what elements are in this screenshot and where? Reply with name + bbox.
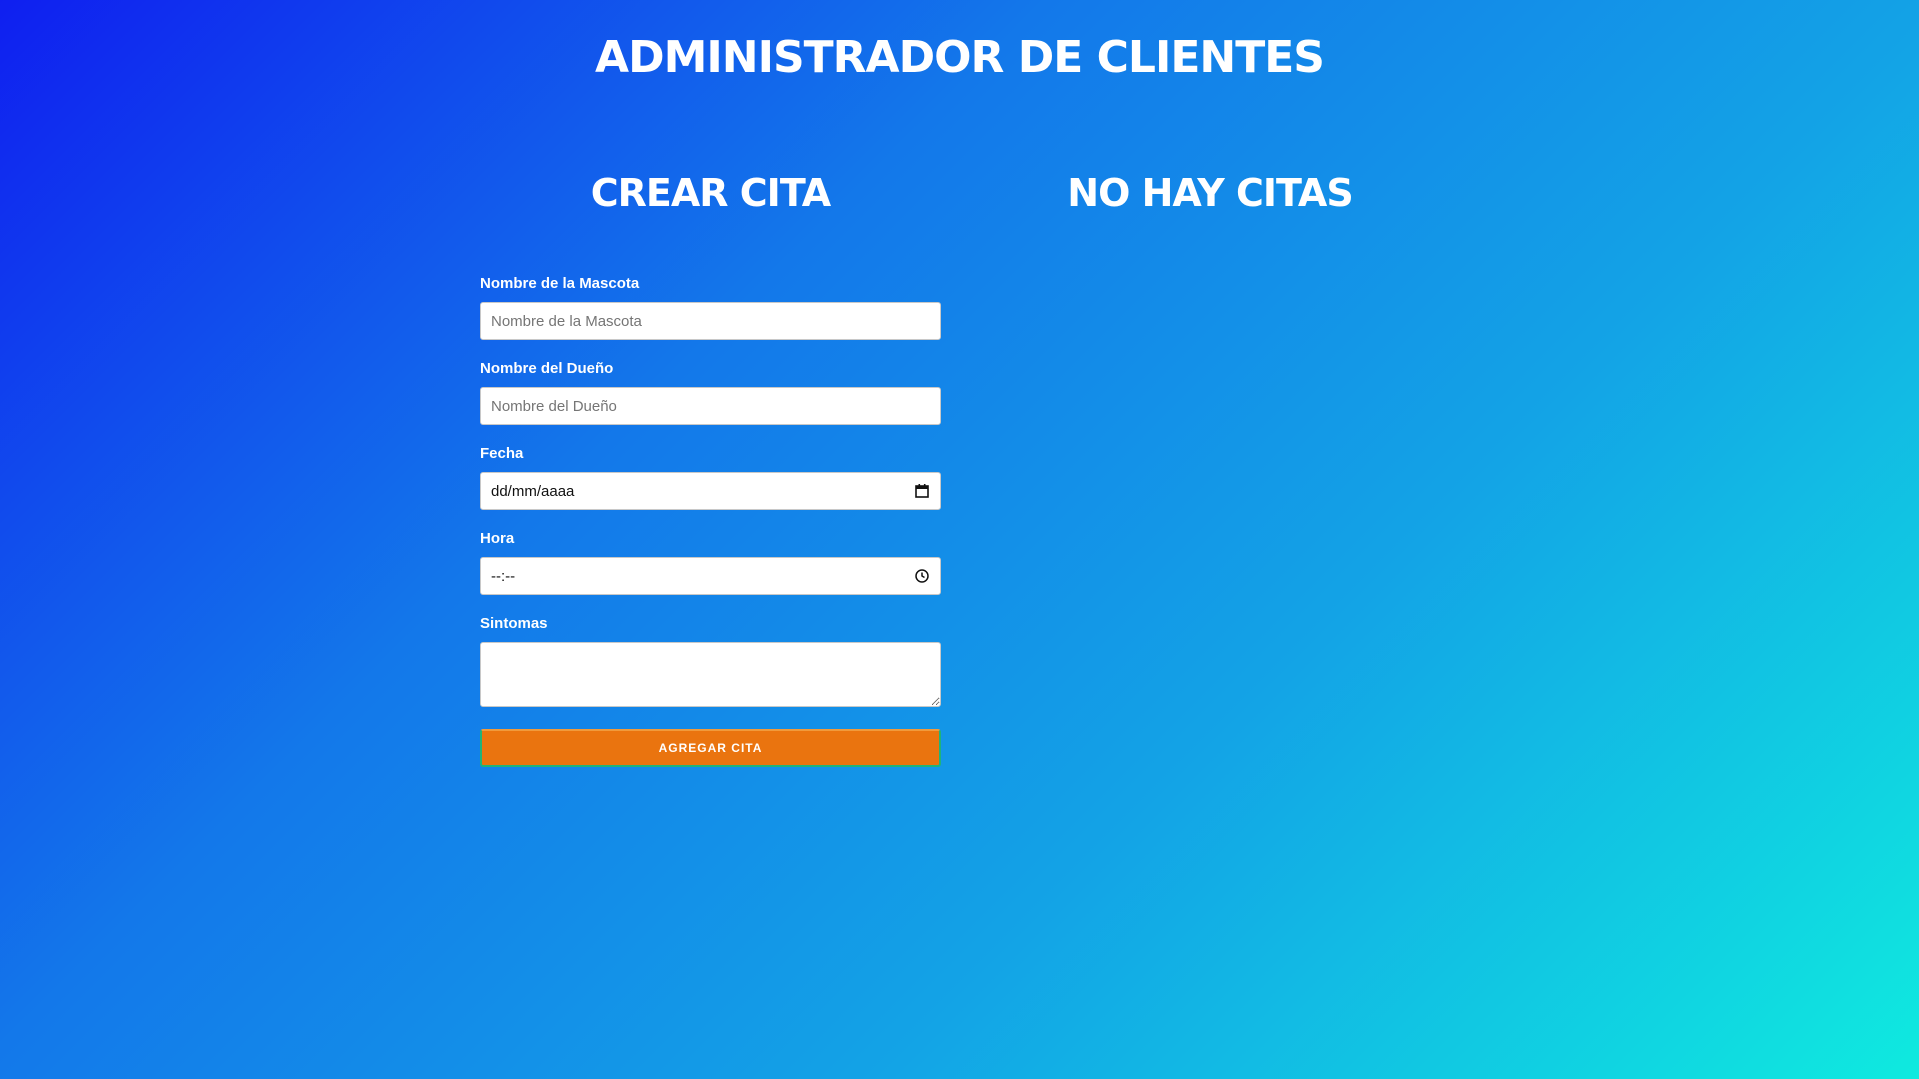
time-input[interactable]: --:-- [480,557,941,595]
pet-name-label: Nombre de la Mascota [480,275,640,292]
time-input-value: --:-- [491,567,516,585]
date-input-value: dd/mm/aaaa [491,482,575,500]
pet-name-input[interactable] [480,302,941,340]
add-appointment-button[interactable]: Agregar Cita [480,729,941,767]
owner-name-input[interactable] [480,387,941,425]
calendar-icon[interactable] [914,483,930,499]
clock-icon[interactable] [914,568,930,584]
symptoms-label: Sintomas [480,615,548,632]
time-label: Hora [480,530,515,547]
page-title: Administrador de Clientes [595,32,1325,83]
symptoms-textarea[interactable] [480,642,941,707]
appointments-empty-title: No hay citas [1067,171,1353,215]
appointment-form: Nombre de la Mascota Nombre del Dueño Fe… [480,275,941,767]
form-title: Crear Cita [590,171,831,215]
date-label: Fecha [480,445,524,462]
owner-name-label: Nombre del Dueño [480,360,614,377]
date-input[interactable]: dd/mm/aaaa [480,472,941,510]
